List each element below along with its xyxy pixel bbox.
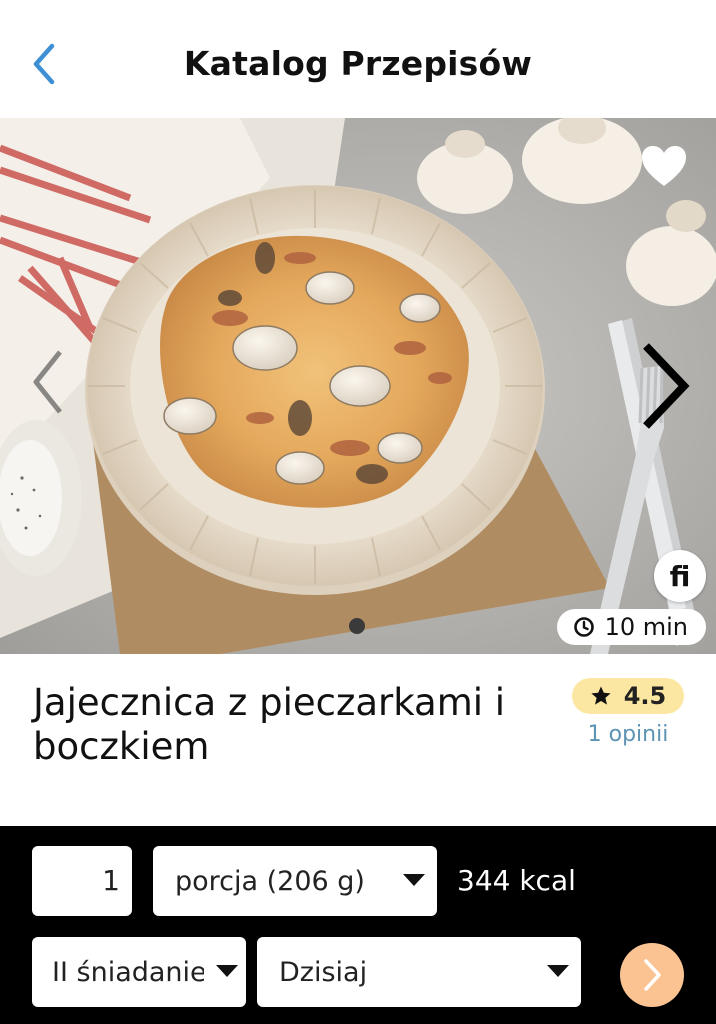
meal-select-value: II śniadanie bbox=[52, 956, 204, 988]
day-select[interactable]: Dzisiaj bbox=[257, 937, 581, 1007]
caret-down-icon bbox=[403, 874, 425, 886]
chevron-left-icon bbox=[33, 350, 62, 414]
favorite-button[interactable] bbox=[640, 144, 688, 188]
page-title: Katalog Przepisów bbox=[183, 44, 533, 83]
calories-label: 344 kcal bbox=[457, 864, 576, 897]
day-select-value: Dzisiaj bbox=[279, 956, 368, 988]
next-photo-button[interactable] bbox=[636, 338, 696, 434]
caret-down-icon bbox=[547, 965, 569, 977]
portion-unit-value: porcja (206 g) bbox=[175, 865, 365, 897]
rating-badge: 4.5 bbox=[572, 678, 684, 714]
clock-icon bbox=[573, 617, 594, 637]
previous-photo-button[interactable] bbox=[28, 346, 68, 418]
confirm-add-button[interactable] bbox=[620, 943, 684, 1007]
carousel-indicator-dot[interactable] bbox=[349, 618, 365, 634]
prep-time-label: 10 min bbox=[604, 613, 688, 641]
heart-icon bbox=[642, 146, 686, 186]
recipe-photo bbox=[0, 118, 716, 654]
rating-value: 4.5 bbox=[623, 682, 667, 710]
chevron-right-icon bbox=[643, 343, 690, 429]
brand-logo-text: fi bbox=[669, 559, 691, 593]
add-to-diary-bar: 1 porcja (206 g) 344 kcal II śniadanie D… bbox=[0, 826, 716, 1024]
portion-unit-select[interactable]: porcja (206 g) bbox=[153, 846, 437, 916]
quantity-input[interactable]: 1 bbox=[32, 846, 132, 916]
top-header: Katalog Przepisów bbox=[0, 0, 716, 118]
recipe-title: Jajecznica z pieczarkami i boczkiem bbox=[33, 681, 506, 768]
recipe-photo-carousel[interactable]: fi 10 min bbox=[0, 118, 716, 654]
meal-select[interactable]: II śniadanie bbox=[32, 937, 246, 1007]
chevron-right-icon bbox=[644, 959, 661, 991]
prep-time-badge: 10 min bbox=[556, 609, 706, 645]
caret-down-icon bbox=[216, 965, 238, 977]
reviews-link[interactable]: 1 opinii bbox=[572, 722, 684, 747]
star-icon bbox=[591, 686, 611, 705]
brand-logo: fi bbox=[654, 550, 706, 602]
